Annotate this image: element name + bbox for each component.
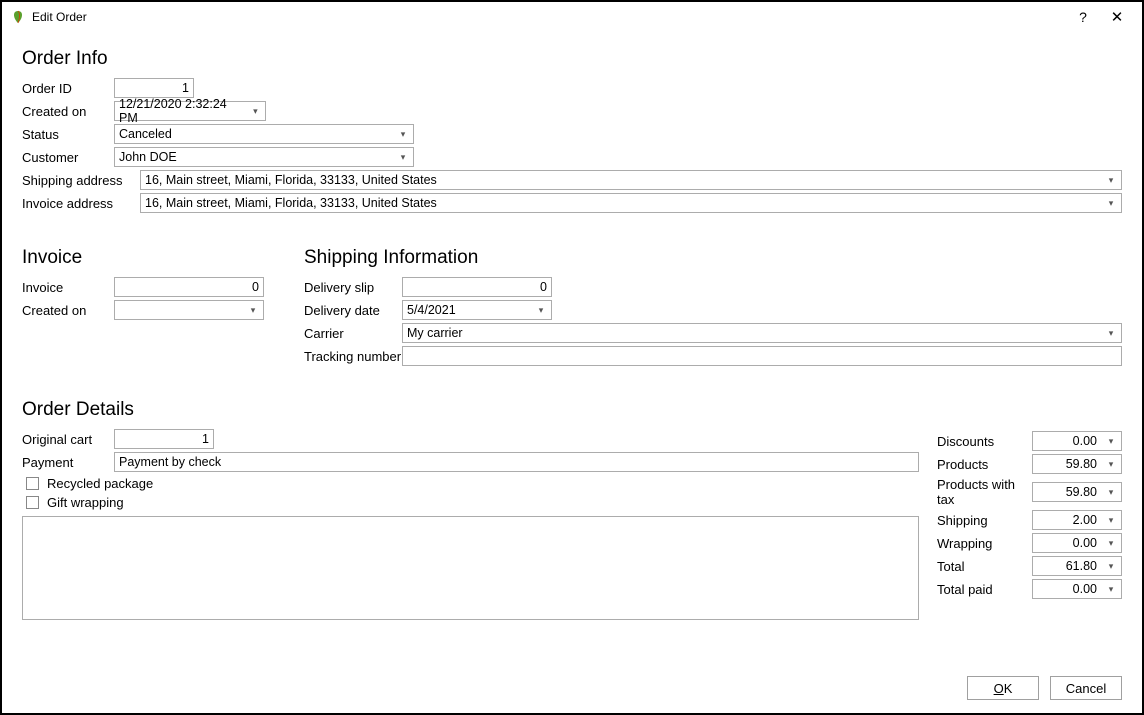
section-shipping-info: Shipping Information [304, 247, 1122, 269]
app-icon [10, 9, 26, 25]
products-tax-label: Products with tax [937, 477, 1032, 507]
ok-button[interactable]: OK [967, 676, 1039, 700]
products-label: Products [937, 457, 1032, 472]
payment-input[interactable]: Payment by check [114, 452, 919, 472]
invoice-created-label: Created on [22, 303, 114, 318]
shipping-addr-select[interactable]: 16, Main street, Miami, Florida, 33133, … [140, 170, 1122, 190]
invoice-created-select[interactable]: ▾ [114, 300, 264, 320]
cancel-button[interactable]: Cancel [1050, 676, 1122, 700]
invoice-num-label: Invoice [22, 280, 114, 295]
gift-wrapping-checkbox[interactable]: Gift wrapping [26, 495, 919, 510]
help-button[interactable]: ? [1066, 3, 1100, 31]
created-on-select[interactable]: 12/21/2020 2:32:24 PM ▾ [114, 101, 266, 121]
chevron-down-icon: ▾ [395, 129, 411, 140]
shipping-total-label: Shipping [937, 513, 1032, 528]
titlebar: Edit Order ? ✕ [2, 2, 1142, 32]
products-field[interactable]: 59.80▾ [1032, 454, 1122, 474]
status-select[interactable]: Canceled ▾ [114, 124, 414, 144]
delivery-date-label: Delivery date [304, 303, 402, 318]
chevron-down-icon: ▾ [248, 106, 263, 117]
payment-label: Payment [22, 455, 114, 470]
total-field[interactable]: 61.80▾ [1032, 556, 1122, 576]
chevron-down-icon: ▾ [1103, 561, 1119, 572]
total-label: Total [937, 559, 1032, 574]
carrier-select[interactable]: My carrier ▾ [402, 323, 1122, 343]
shipping-addr-label: Shipping address [22, 173, 140, 188]
discounts-field[interactable]: 0.00▾ [1032, 431, 1122, 451]
original-cart-input[interactable]: 1 [114, 429, 214, 449]
discounts-label: Discounts [937, 434, 1032, 449]
total-paid-label: Total paid [937, 582, 1032, 597]
chevron-down-icon: ▾ [395, 152, 411, 163]
shipping-total-field[interactable]: 2.00▾ [1032, 510, 1122, 530]
message-textarea[interactable] [22, 516, 919, 620]
customer-label: Customer [22, 150, 114, 165]
tracking-input[interactable] [402, 346, 1122, 366]
chevron-down-icon: ▾ [1103, 515, 1119, 526]
original-cart-label: Original cart [22, 432, 114, 447]
chevron-down-icon: ▾ [1103, 175, 1119, 186]
chevron-down-icon: ▾ [533, 305, 549, 316]
invoice-addr-select[interactable]: 16, Main street, Miami, Florida, 33133, … [140, 193, 1122, 213]
chevron-down-icon: ▾ [1103, 328, 1119, 339]
wrapping-total-field[interactable]: 0.00▾ [1032, 533, 1122, 553]
chevron-down-icon: ▾ [1103, 584, 1119, 595]
chevron-down-icon: ▾ [1103, 198, 1119, 209]
customer-select[interactable]: John DOE ▾ [114, 147, 414, 167]
products-tax-field[interactable]: 59.80▾ [1032, 482, 1122, 502]
checkbox-icon [26, 496, 39, 509]
invoice-num-input[interactable]: 0 [114, 277, 264, 297]
chevron-down-icon: ▾ [1103, 459, 1119, 470]
section-order-info: Order Info [22, 48, 1122, 70]
close-button[interactable]: ✕ [1100, 3, 1134, 31]
recycled-package-checkbox[interactable]: Recycled package [26, 476, 919, 491]
window-title: Edit Order [32, 10, 87, 24]
section-invoice: Invoice [22, 247, 282, 269]
delivery-slip-label: Delivery slip [304, 280, 402, 295]
tracking-label: Tracking number [304, 349, 402, 364]
wrapping-total-label: Wrapping [937, 536, 1032, 551]
ok-text: K [1004, 681, 1013, 696]
section-order-details: Order Details [22, 399, 1122, 421]
order-id-input[interactable]: 1 [114, 78, 194, 98]
total-paid-field[interactable]: 0.00▾ [1032, 579, 1122, 599]
created-on-label: Created on [22, 104, 114, 119]
chevron-down-icon: ▾ [1103, 436, 1119, 447]
chevron-down-icon: ▾ [1103, 538, 1119, 549]
chevron-down-icon: ▾ [1103, 487, 1119, 498]
delivery-slip-input[interactable]: 0 [402, 277, 552, 297]
status-label: Status [22, 127, 114, 142]
order-id-label: Order ID [22, 81, 114, 96]
invoice-addr-label: Invoice address [22, 196, 140, 211]
checkbox-icon [26, 477, 39, 490]
carrier-label: Carrier [304, 326, 402, 341]
chevron-down-icon: ▾ [245, 305, 261, 316]
delivery-date-select[interactable]: 5/4/2021 ▾ [402, 300, 552, 320]
